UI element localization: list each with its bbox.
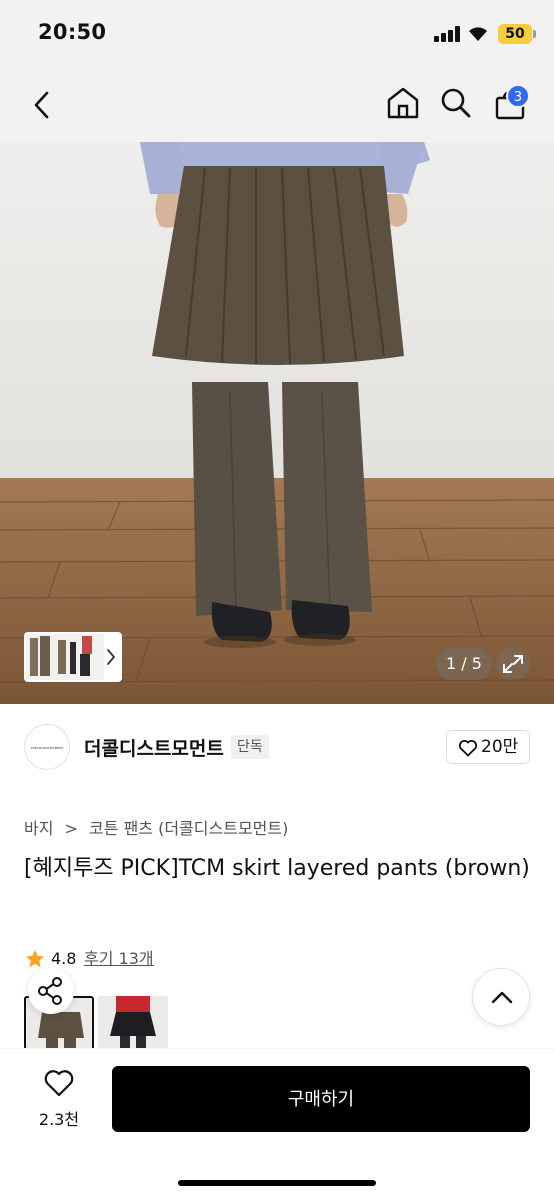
share-icon xyxy=(38,977,62,1005)
wishlist-count: 2.3천 xyxy=(38,1110,80,1129)
exclusive-badge: 단독 xyxy=(231,735,269,759)
store-like-button[interactable]: 20만 xyxy=(446,730,530,764)
store-name[interactable]: 더콜디스트모먼트 xyxy=(84,734,224,761)
breadcrumb: 바지 > 코튼 팬츠 (더콜디스트모먼트) xyxy=(24,815,288,839)
product-title: [혜지투즈 PICK]TCM skirt layered pants (brow… xyxy=(24,856,530,881)
wifi-icon xyxy=(469,27,487,41)
star-icon xyxy=(25,949,45,968)
breadcrumb-category[interactable]: 바지 xyxy=(24,815,53,839)
heart-icon xyxy=(458,740,478,757)
review-count-link[interactable]: 후기 13개 xyxy=(84,946,154,972)
search-icon[interactable] xyxy=(440,87,472,119)
breadcrumb-subcategory[interactable]: 코튼 팬츠 (더콜디스트모먼트) xyxy=(89,815,288,839)
expand-gallery-button[interactable] xyxy=(496,648,530,680)
share-button[interactable] xyxy=(28,968,74,1014)
wishlist-button[interactable]: 2.3천 xyxy=(24,1066,94,1130)
gallery-page-indicator: 1 / 5 xyxy=(436,648,492,680)
back-arrow-icon[interactable] xyxy=(30,90,54,120)
product-photo xyxy=(0,142,554,704)
breadcrumb-separator: > xyxy=(64,819,78,838)
store-logo[interactable]: THECOLDISTMOMENT xyxy=(24,724,70,770)
black-option-thumbnail xyxy=(98,996,168,1050)
battery-level: 50 xyxy=(498,24,532,44)
color-option-black[interactable] xyxy=(98,996,168,1050)
cellular-signal-icon xyxy=(434,26,460,42)
top-nav-bar xyxy=(0,68,554,142)
thumbnail-preview xyxy=(26,634,115,680)
buy-button[interactable]: 구매하기 xyxy=(112,1066,530,1132)
scroll-to-top-button[interactable] xyxy=(472,968,530,1026)
product-image[interactable] xyxy=(0,142,554,704)
image-thumbnail-strip[interactable] xyxy=(24,632,122,682)
cart-count-badge: 3 xyxy=(506,84,530,108)
home-indicator xyxy=(178,1180,376,1186)
chevron-up-icon xyxy=(491,991,513,1004)
home-icon[interactable] xyxy=(386,86,420,120)
status-time: 20:50 xyxy=(38,20,107,44)
store-like-count: 20만 xyxy=(481,737,519,757)
status-bar: 20:50 50 xyxy=(0,0,554,68)
expand-icon xyxy=(503,655,523,673)
heart-icon xyxy=(44,1070,74,1097)
battery-icon xyxy=(533,30,536,38)
